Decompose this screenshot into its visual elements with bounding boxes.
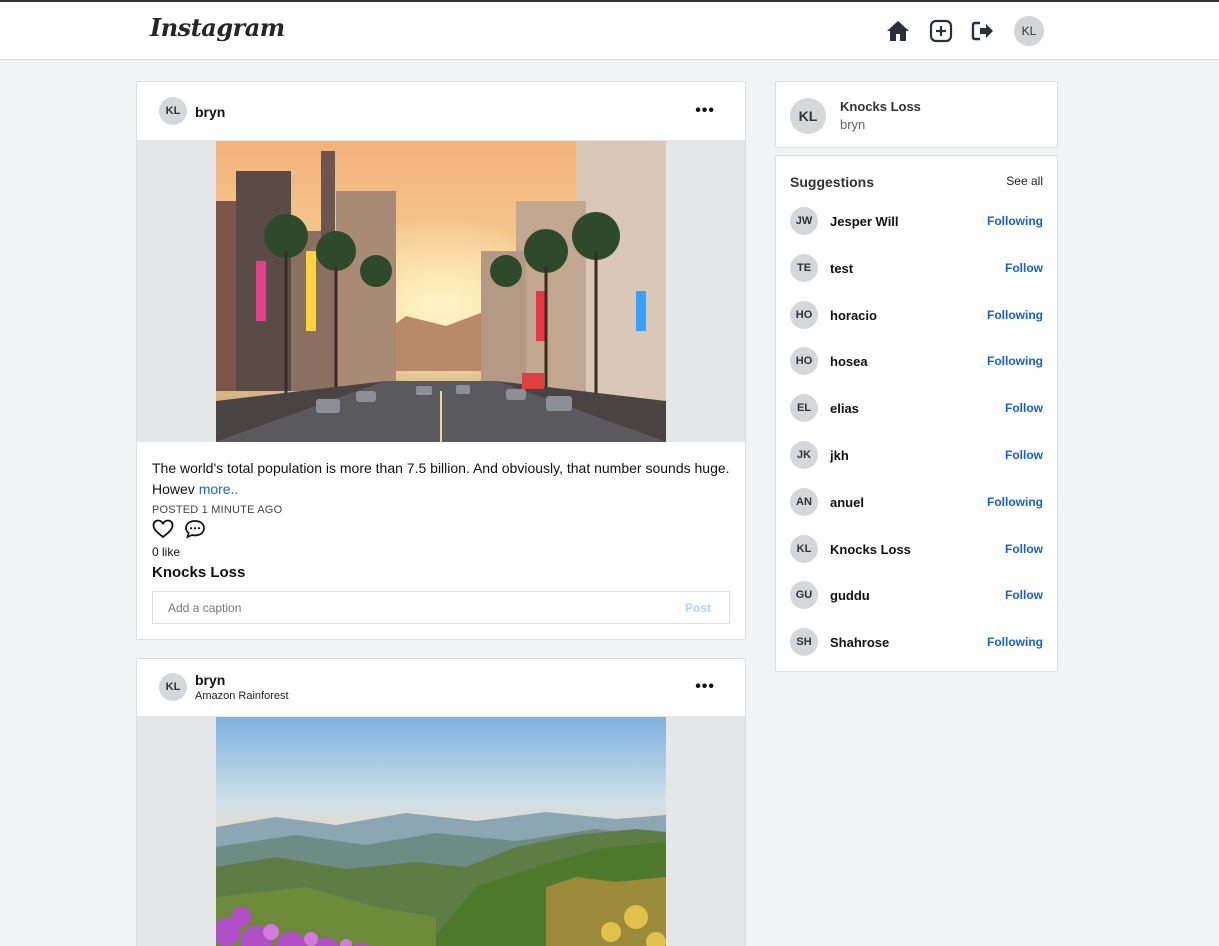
suggestion-name[interactable]: elias xyxy=(830,401,859,416)
profile-card: KL Knocks Loss bryn xyxy=(775,81,1058,148)
post-owner-name[interactable]: Knocks Loss xyxy=(152,564,245,581)
suggestion-row: KL Knocks Loss Follow xyxy=(776,535,1057,565)
top-navbar: Instagram KL xyxy=(0,0,1219,60)
suggestion-row: JW Jesper Will Following xyxy=(776,207,1057,237)
suggestion-row: SH Shahrose Following xyxy=(776,628,1057,658)
suggestion-avatar[interactable]: SH xyxy=(790,628,818,656)
caption-text: The world's total population is more tha… xyxy=(152,460,730,497)
likes-count: 0 like xyxy=(152,545,181,559)
post-image xyxy=(137,717,745,946)
suggestion-avatar[interactable]: AN xyxy=(790,488,818,516)
post-username[interactable]: bryn xyxy=(195,104,225,120)
profile-card-username: bryn xyxy=(840,117,866,132)
suggestion-name[interactable]: anuel xyxy=(830,495,864,510)
suggestion-name[interactable]: Knocks Loss xyxy=(830,542,911,557)
follow-button[interactable]: Follow xyxy=(1005,448,1043,462)
post-header: KL bryn ••• xyxy=(137,82,745,141)
follow-button[interactable]: Following xyxy=(987,354,1043,368)
like-heart-icon[interactable] xyxy=(152,519,174,539)
suggestion-avatar[interactable]: HO xyxy=(790,301,818,329)
profile-card-name[interactable]: Knocks Loss xyxy=(840,99,921,114)
home-icon[interactable] xyxy=(885,18,911,44)
see-all-link[interactable]: See all xyxy=(1006,174,1043,188)
post-avatar[interactable]: KL xyxy=(159,673,187,701)
suggestion-name[interactable]: Shahrose xyxy=(830,635,889,650)
post-username[interactable]: bryn xyxy=(195,672,225,688)
suggestion-row: HO hosea Following xyxy=(776,347,1057,377)
suggestion-row: EL elias Follow xyxy=(776,394,1057,424)
follow-button[interactable]: Follow xyxy=(1005,588,1043,602)
suggestion-name[interactable]: test xyxy=(830,261,853,276)
follow-button[interactable]: Following xyxy=(987,214,1043,228)
post-location[interactable]: Amazon Rainforest xyxy=(195,690,289,702)
follow-button[interactable]: Follow xyxy=(1005,401,1043,415)
more-link[interactable]: more.. xyxy=(199,481,239,497)
profile-card-avatar[interactable]: KL xyxy=(790,98,826,134)
suggestion-name[interactable]: Jesper Will xyxy=(830,214,899,229)
post-image xyxy=(137,141,745,442)
suggestions-card: Suggestions See all JW Jesper Will Follo… xyxy=(775,155,1058,672)
suggestion-name[interactable]: horacio xyxy=(830,308,877,323)
city-street-photo xyxy=(216,141,666,442)
add-post-icon[interactable] xyxy=(928,18,954,44)
post-caption: The world's total population is more tha… xyxy=(152,458,732,500)
suggestion-avatar[interactable]: TE xyxy=(790,254,818,282)
suggestion-avatar[interactable]: GU xyxy=(790,581,818,609)
post-card: KL bryn ••• The world's total population… xyxy=(136,81,746,640)
comment-form: Post xyxy=(152,591,730,624)
post-comment-button[interactable]: Post xyxy=(685,601,711,615)
follow-button[interactable]: Following xyxy=(987,308,1043,322)
comment-input[interactable] xyxy=(153,592,653,623)
suggestion-row: AN anuel Following xyxy=(776,488,1057,518)
suggestion-avatar[interactable]: JW xyxy=(790,207,818,235)
suggestion-avatar[interactable]: KL xyxy=(790,535,818,563)
logout-icon[interactable] xyxy=(970,18,996,44)
follow-button[interactable]: Follow xyxy=(1005,542,1043,556)
suggestion-name[interactable]: guddu xyxy=(830,588,870,603)
suggestion-row: JK jkh Follow xyxy=(776,441,1057,471)
suggestion-name[interactable]: hosea xyxy=(830,354,868,369)
comment-icon[interactable] xyxy=(184,519,206,539)
suggestion-name[interactable]: jkh xyxy=(830,448,849,463)
post-card: KL bryn Amazon Rainforest ••• xyxy=(136,658,746,946)
more-options-icon[interactable]: ••• xyxy=(695,102,715,120)
follow-button[interactable]: Following xyxy=(987,495,1043,509)
suggestion-row: GU guddu Follow xyxy=(776,581,1057,611)
suggestion-avatar[interactable]: EL xyxy=(790,394,818,422)
follow-button[interactable]: Follow xyxy=(1005,261,1043,275)
instagram-logo[interactable]: Instagram xyxy=(150,13,285,42)
suggestion-row: HO horacio Following xyxy=(776,301,1057,331)
mountain-landscape-photo xyxy=(216,717,666,946)
post-avatar[interactable]: KL xyxy=(159,97,187,125)
more-options-icon[interactable]: ••• xyxy=(695,678,715,696)
post-header: KL bryn Amazon Rainforest ••• xyxy=(137,659,745,717)
suggestion-avatar[interactable]: HO xyxy=(790,347,818,375)
suggestion-row: TE test Follow xyxy=(776,254,1057,284)
follow-button[interactable]: Following xyxy=(987,635,1043,649)
post-timestamp: POSTED 1 MINUTE AGO xyxy=(152,504,283,516)
suggestions-title: Suggestions xyxy=(790,174,875,190)
profile-avatar[interactable]: KL xyxy=(1014,16,1044,46)
suggestion-avatar[interactable]: JK xyxy=(790,441,818,469)
